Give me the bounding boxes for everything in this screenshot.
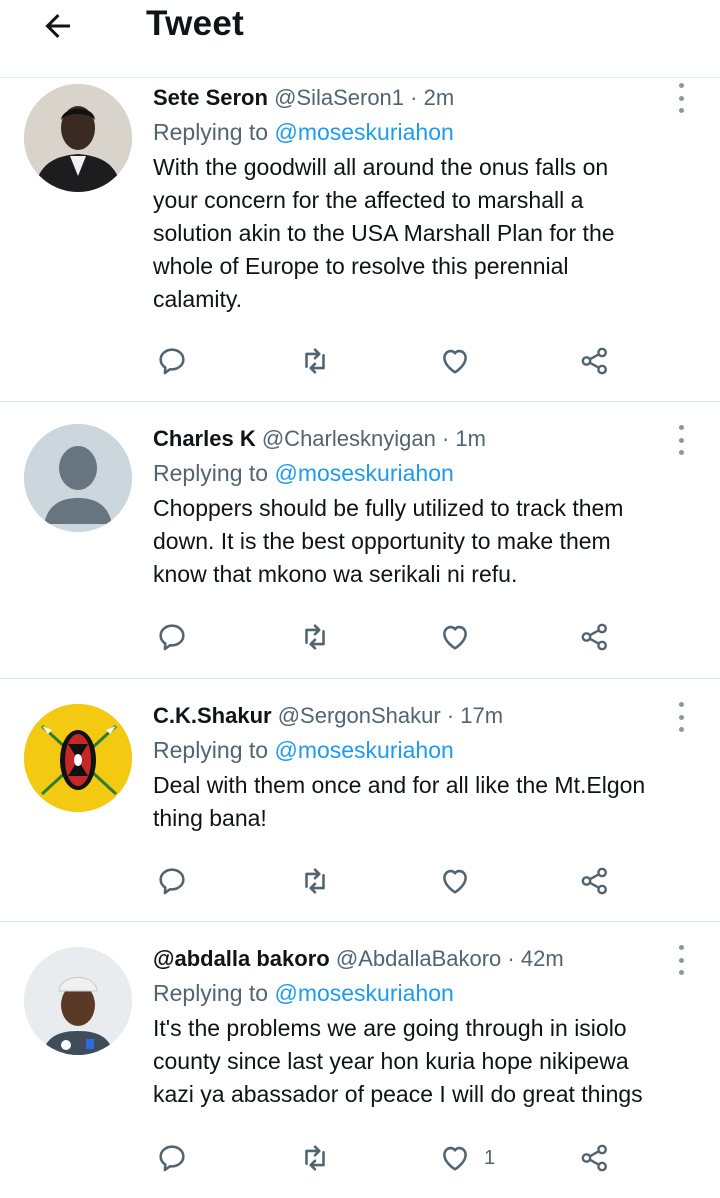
tweet-text-line: Choppers should be fully utilized to tra… xyxy=(153,495,624,521)
replying-prefix: Replying to xyxy=(153,119,275,145)
replying-to: Replying to @moseskuriahon xyxy=(153,457,680,489)
reply-button[interactable] xyxy=(155,1138,189,1178)
heart-icon xyxy=(443,349,467,374)
tweet-text-line: calamity. xyxy=(153,286,243,312)
tweet-reply[interactable]: @abdalla bakoro @AbdallaBakoro · 42m Rep… xyxy=(0,923,720,1198)
action-bar: 1 xyxy=(153,1138,623,1178)
action-bar xyxy=(153,341,623,381)
retweet-button[interactable] xyxy=(298,861,332,901)
share-button[interactable] xyxy=(578,341,612,381)
retweet-icon xyxy=(305,868,325,894)
avatar[interactable] xyxy=(24,424,132,532)
tweet-text-line: kazi ya abassador of peace I will do gre… xyxy=(153,1081,643,1107)
retweet-button[interactable] xyxy=(298,617,332,657)
like-button[interactable] xyxy=(438,617,484,657)
more-options-button[interactable] xyxy=(676,83,686,113)
tweet-reply[interactable]: C.K.Shakur @SergonShakur · 17m Replying … xyxy=(0,680,720,922)
mention-link[interactable]: @moseskuriahon xyxy=(274,119,453,145)
author-name[interactable]: @abdalla bakoro xyxy=(153,946,330,971)
tweet-text-line: your concern for the affected to marshal… xyxy=(153,187,584,213)
tweet-text: Choppers should be fully utilized to tra… xyxy=(153,492,680,591)
tweet-reply[interactable]: Charles K @Charlesknyigan · 1m Replying … xyxy=(0,403,720,679)
mention-link[interactable]: @moseskuriahon xyxy=(274,460,453,486)
avatar[interactable] xyxy=(24,84,132,192)
retweet-button[interactable] xyxy=(298,1138,332,1178)
retweet-icon xyxy=(305,348,325,374)
tweet-text: Deal with them once and for all like the… xyxy=(153,769,680,835)
tweet-meta: Charles K @Charlesknyigan · 1m xyxy=(153,425,680,453)
author-name[interactable]: Sete Seron xyxy=(153,85,268,110)
author-name[interactable]: Charles K xyxy=(153,426,256,451)
tweet-text-line: solution akin to the USA Marshall Plan f… xyxy=(153,220,615,246)
reply-button[interactable] xyxy=(155,617,189,657)
top-bar: Tweet xyxy=(0,0,720,78)
replying-prefix: Replying to xyxy=(153,737,275,763)
tweet-text-line: county since last year hon kuria hope ni… xyxy=(153,1048,629,1074)
more-options-button[interactable] xyxy=(676,702,686,732)
tweet-text-line: thing bana! xyxy=(153,805,267,831)
tweet-text-line: down. It is the best opportunity to make… xyxy=(153,528,611,554)
tweet-text-line: know that mkono wa serikali ni refu. xyxy=(153,561,518,587)
replying-prefix: Replying to xyxy=(153,460,275,486)
replying-to: Replying to @moseskuriahon xyxy=(153,977,680,1009)
action-bar xyxy=(153,861,623,901)
retweet-icon xyxy=(305,624,325,650)
like-button[interactable] xyxy=(438,861,484,901)
like-button[interactable]: 1 xyxy=(438,1138,495,1178)
share-icon xyxy=(581,347,607,375)
tweet-reply[interactable]: Sete Seron @SilaSeron1 · 2m Replying to … xyxy=(0,79,720,402)
heart-icon xyxy=(443,1146,467,1171)
replying-prefix: Replying to xyxy=(153,980,275,1006)
mention-link[interactable]: @moseskuriahon xyxy=(274,737,453,763)
heart-icon xyxy=(443,625,467,650)
tweet-text-line: whole of Europe to resolve this perennia… xyxy=(153,253,569,279)
avatar[interactable] xyxy=(24,947,132,1055)
avatar[interactable] xyxy=(24,704,132,812)
tweet-time[interactable]: · 1m xyxy=(442,426,486,451)
reply-button[interactable] xyxy=(155,341,189,381)
like-count: 1 xyxy=(484,1146,496,1169)
reply-icon xyxy=(159,868,185,895)
tweet-text-line: Deal with them once and for all like the… xyxy=(153,772,646,798)
back-button[interactable] xyxy=(36,6,80,46)
more-options-button[interactable] xyxy=(676,945,686,975)
arrow-left-icon xyxy=(45,14,70,38)
share-button[interactable] xyxy=(578,1138,612,1178)
heart-icon xyxy=(443,869,467,894)
author-handle[interactable]: @AbdallaBakoro xyxy=(336,946,501,971)
tweet-time[interactable]: · 42m xyxy=(507,946,563,971)
tweet-time[interactable]: · 17m xyxy=(447,703,503,728)
tweet-meta: C.K.Shakur @SergonShakur · 17m xyxy=(153,702,680,730)
share-icon xyxy=(581,623,607,651)
share-button[interactable] xyxy=(578,617,612,657)
like-button[interactable] xyxy=(438,341,484,381)
reply-button[interactable] xyxy=(155,861,189,901)
retweet-button[interactable] xyxy=(298,341,332,381)
reply-icon xyxy=(159,1145,185,1172)
more-options-button[interactable] xyxy=(676,425,686,455)
share-button[interactable] xyxy=(578,861,612,901)
page-title: Tweet xyxy=(146,4,245,43)
replying-to: Replying to @moseskuriahon xyxy=(153,116,680,148)
retweet-icon xyxy=(305,1145,325,1171)
author-handle[interactable]: @SilaSeron1 xyxy=(274,85,404,110)
author-handle[interactable]: @SergonShakur xyxy=(278,703,441,728)
tweet-text-line: With the goodwill all around the onus fa… xyxy=(153,154,609,180)
author-name[interactable]: C.K.Shakur xyxy=(153,703,272,728)
tweet-meta: Sete Seron @SilaSeron1 · 2m xyxy=(153,84,680,112)
replying-to: Replying to @moseskuriahon xyxy=(153,734,680,766)
mention-link[interactable]: @moseskuriahon xyxy=(274,980,453,1006)
share-icon xyxy=(581,867,607,895)
share-icon xyxy=(581,1144,607,1172)
author-handle[interactable]: @Charlesknyigan xyxy=(262,426,436,451)
tweet-time[interactable]: · 2m xyxy=(410,85,454,110)
action-bar xyxy=(153,617,623,657)
tweet-text: It's the problems we are going through i… xyxy=(153,1012,680,1111)
reply-icon xyxy=(159,348,185,375)
reply-icon xyxy=(159,624,185,651)
tweet-meta: @abdalla bakoro @AbdallaBakoro · 42m xyxy=(153,945,680,973)
tweet-text-line: It's the problems we are going through i… xyxy=(153,1015,627,1041)
tweet-text: With the goodwill all around the onus fa… xyxy=(153,151,680,316)
